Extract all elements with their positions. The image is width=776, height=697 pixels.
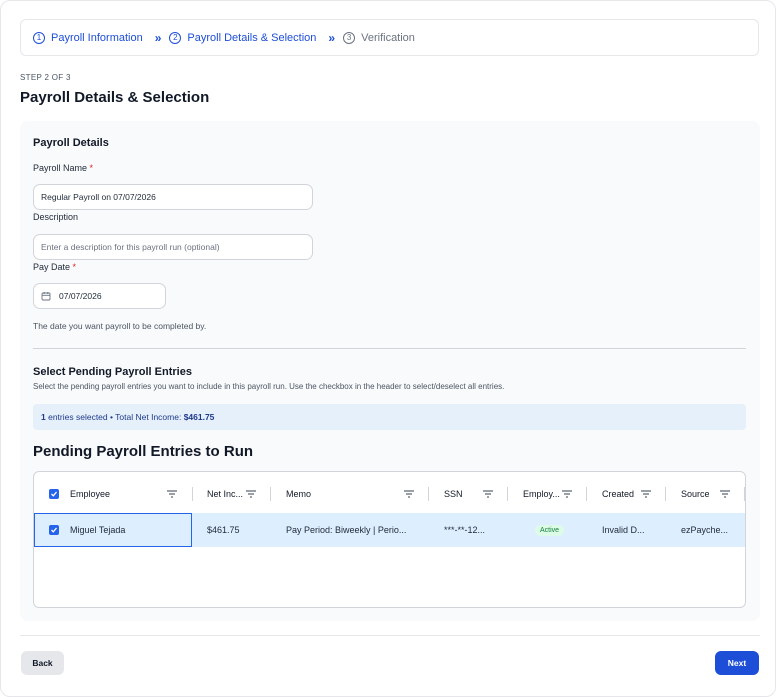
step-label: Verification [361,31,415,44]
required-mark: * [89,163,94,173]
step-verification[interactable]: 3 Verification [343,31,415,44]
footer-divider [20,635,760,636]
step-payroll-information[interactable]: 1 Payroll Information [33,31,143,44]
select-all-checkbox[interactable] [49,477,59,511]
table-header-row: Employee Net Inc... Memo SSN Employ... C… [34,477,745,511]
section-title: Payroll Details [33,137,109,149]
divider [33,348,746,349]
payroll-name-label: Payroll Name * [33,163,93,173]
cell-net-income[interactable]: $461.75 [207,513,240,547]
selection-title: Select Pending Payroll Entries [33,366,192,378]
column-header-net-income[interactable]: Net Inc... [207,477,243,511]
column-header-created[interactable]: Created [602,477,634,511]
column-separator [744,487,745,501]
next-button[interactable]: Next [715,651,759,675]
pay-date-input[interactable]: 07/07/2026 [33,283,166,309]
total-net-income: $461.75 [183,412,215,422]
details-panel: Payroll Details Payroll Name * Regular P… [20,121,760,621]
column-header-memo[interactable]: Memo [286,477,311,511]
step-label: Payroll Information [51,31,143,44]
status-badge: Active [535,524,565,536]
step-number: 3 [343,31,356,44]
label-text: Payroll Name [33,163,88,173]
column-header-source[interactable]: Source [681,477,710,511]
filter-icon[interactable] [167,490,177,498]
chevron-double-right-icon: » [154,30,162,45]
cell-source[interactable]: ezPayche... [681,513,728,547]
required-mark: * [72,262,77,272]
payroll-name-input[interactable]: Regular Payroll on 07/07/2026 [33,184,313,210]
step-payroll-details[interactable]: 2 Payroll Details & Selection [169,31,317,44]
pay-date-hint: The date you want payroll to be complete… [33,321,207,331]
column-separator [270,487,271,501]
column-header-ssn[interactable]: SSN [444,477,463,511]
pay-date-label: Pay Date * [33,262,76,272]
step-indicator: STEP 2 OF 3 [20,73,71,82]
check-icon [49,489,59,499]
filter-icon[interactable] [720,490,730,498]
filter-icon[interactable] [483,490,493,498]
column-separator [665,487,666,501]
row-checkbox[interactable] [49,513,59,547]
stepper: 1 Payroll Information » 2 Payroll Detail… [20,19,759,56]
cell-employment[interactable]: Active [535,513,565,547]
description-input[interactable]: Enter a description for this payroll run… [33,234,313,260]
selection-description: Select the pending payroll entries you w… [33,382,505,391]
filter-icon[interactable] [641,490,651,498]
column-header-employee[interactable]: Employee [70,477,110,511]
input-value: 07/07/2026 [59,291,102,301]
column-separator [428,487,429,501]
column-header-employment[interactable]: Employ... [523,477,560,511]
filter-icon[interactable] [562,490,572,498]
calendar-icon [41,292,51,301]
column-separator [586,487,587,501]
cell-memo[interactable]: Pay Period: Biweekly | Perio... [286,513,406,547]
page-title: Payroll Details & Selection [20,89,210,106]
cell-employee[interactable]: Miguel Tejada [70,513,125,547]
chevron-double-right-icon: » [328,30,335,45]
selection-summary: 1 entries selected • Total Net Income: $… [33,404,746,430]
step-label: Payroll Details & Selection [187,31,317,44]
back-button[interactable]: Back [21,651,64,675]
filter-icon[interactable] [404,490,414,498]
entries-table: Employee Net Inc... Memo SSN Employ... C… [33,471,746,608]
input-placeholder: Enter a description for this payroll run… [41,242,220,252]
step-number: 2 [169,31,182,44]
description-label: Description [33,212,79,222]
table-row[interactable]: Miguel Tejada $461.75 Pay Period: Biweek… [34,513,745,547]
column-separator [507,487,508,501]
filter-icon[interactable] [246,490,256,498]
summary-text: entries selected • Total Net Income: [45,412,184,422]
input-value: Regular Payroll on 07/07/2026 [41,192,156,202]
column-separator [192,487,193,501]
cell-created[interactable]: Invalid D... [602,513,645,547]
entries-table-title: Pending Payroll Entries to Run [33,443,254,460]
label-text: Pay Date [33,262,71,272]
step-number: 1 [33,31,45,44]
check-icon [49,525,59,535]
cell-ssn[interactable]: ***-**-12... [444,513,485,547]
